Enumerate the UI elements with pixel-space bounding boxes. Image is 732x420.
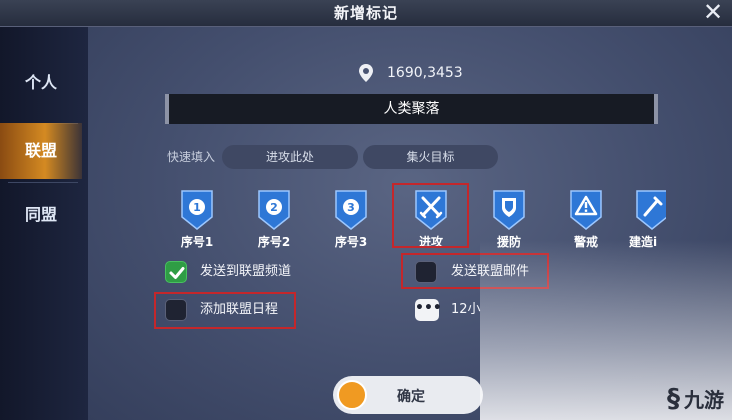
sidebar-divider: [8, 182, 78, 183]
send-mail-checkbox[interactable]: [415, 261, 437, 283]
confirm-badge-icon: [337, 380, 367, 410]
shield-icon: [493, 190, 525, 230]
location-pin-icon: [359, 64, 373, 82]
quick-fill-attack-button[interactable]: 进攻此处: [222, 145, 358, 169]
dialog-title: 新增标记: [333, 4, 398, 22]
number-3-icon: 3: [335, 190, 367, 230]
watermark-text: 九游: [684, 388, 724, 412]
marker-option-3[interactable]: 3 序号3: [321, 189, 381, 249]
marker-option-1[interactable]: 1 序号1: [167, 189, 227, 249]
duration-label: 12小: [451, 302, 481, 317]
add-schedule-checkbox[interactable]: [165, 299, 187, 321]
tab-personal[interactable]: 个人: [0, 55, 82, 111]
quick-fill-focus-button[interactable]: 集火目标: [363, 145, 498, 169]
location-row: 1690,3453: [355, 62, 463, 84]
attack-highlight: [392, 183, 469, 248]
build-icon: [636, 190, 666, 230]
sidebar: 个人 联盟 同盟: [0, 27, 88, 420]
tab-alliance[interactable]: 联盟: [0, 123, 82, 179]
marker-label: 序号1: [180, 235, 214, 249]
svg-text:3: 3: [347, 201, 355, 214]
tab-league[interactable]: 同盟: [0, 187, 82, 243]
more-dots-icon[interactable]: •••: [415, 299, 442, 321]
svg-text:1: 1: [193, 201, 201, 214]
svg-text:2: 2: [270, 201, 278, 214]
watermark: § 九游: [667, 384, 724, 414]
send-channel-checkbox[interactable]: [165, 261, 187, 283]
marker-option-2[interactable]: 2 序号2: [244, 189, 304, 249]
warning-icon: [570, 190, 602, 230]
add-schedule-label: 添加联盟日程: [200, 302, 279, 317]
check-icon: [169, 267, 185, 279]
coordinates-text: 1690,3453: [387, 65, 463, 81]
confirm-button[interactable]: 确定: [333, 376, 483, 414]
confirm-label: 确定: [397, 389, 425, 405]
close-icon[interactable]: ✕: [700, 0, 726, 26]
number-2-icon: 2: [258, 190, 290, 230]
marker-label: 序号3: [334, 235, 368, 249]
marker-label: 序号2: [257, 235, 291, 249]
marker-name-input[interactable]: 人类聚落: [165, 94, 658, 124]
quick-fill-label: 快速填入: [167, 150, 216, 164]
send-channel-label: 发送到联盟频道: [200, 264, 292, 279]
number-1-icon: 1: [181, 190, 213, 230]
watermark-logo-icon: §: [667, 384, 680, 414]
dialog-header: 新增标记 ✕: [0, 0, 732, 27]
